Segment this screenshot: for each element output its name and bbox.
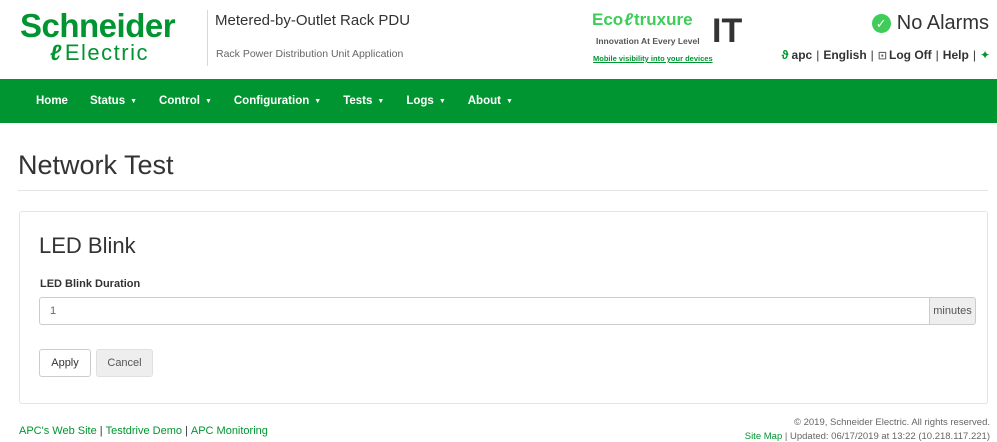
nav-configuration[interactable]: Configuration ▼ [234, 95, 321, 107]
app-title: Metered-by-Outlet Rack PDU [215, 12, 411, 29]
checkmark-icon: ✓ [871, 14, 891, 33]
caret-down-icon: ▼ [130, 97, 138, 105]
nav-tests[interactable]: Tests ▼ [343, 95, 384, 107]
app-subtitle: Rack Power Distribution Unit Application [216, 48, 404, 60]
eco-tagline: Innovation At Every Level [596, 36, 700, 46]
apc-monitoring-link[interactable]: APC Monitoring [191, 425, 268, 437]
title-divider [18, 190, 988, 191]
cancel-button[interactable]: Cancel [96, 349, 153, 377]
logo-wordmark-bottom: Electric [64, 40, 149, 65]
language-link[interactable]: English [823, 48, 866, 62]
apc-user-link[interactable]: ϑ apc [782, 48, 813, 62]
eco-it: IT [712, 12, 743, 50]
mobile-visibility-link[interactable]: Mobile visibility into your devices [593, 54, 713, 63]
led-blink-panel: LED Blink LED Blink Duration minutes App… [19, 211, 988, 404]
copyright-text: © 2019, Schneider Electric. All rights r… [793, 417, 990, 428]
main-nav: Home Status ▼ Control ▼ Configuration ▼ Tes… [0, 79, 997, 123]
testdrive-demo-link[interactable]: Testdrive Demo [106, 425, 182, 437]
nav-status[interactable]: Status ▼ [90, 95, 137, 107]
caret-down-icon: ▼ [314, 97, 322, 105]
header-divider [207, 10, 208, 66]
site-map-link[interactable]: Site Map [745, 431, 783, 442]
header: Schneider ℓ Electric Metered-by-Outlet R… [0, 0, 997, 79]
pin-icon[interactable]: ✦ [980, 48, 990, 62]
ecostruxure-s-icon: ℓ [624, 10, 633, 29]
nav-control[interactable]: Control ▼ [159, 95, 212, 107]
led-blink-duration-input[interactable] [39, 297, 929, 325]
minutes-unit-addon: minutes [929, 297, 976, 325]
ecostruxure-logo[interactable]: Eco ℓ truxure IT Innovation At Every Lev… [592, 10, 762, 66]
led-blink-duration-group: minutes [39, 297, 976, 325]
alarm-status-text: No Alarms [896, 12, 989, 34]
apc-website-link[interactable]: APC's Web Site [19, 425, 97, 437]
nav-logs[interactable]: Logs ▼ [406, 95, 445, 107]
updated-text: | Updated: 06/17/2019 at 13:22 (10.218.1… [784, 431, 990, 442]
logoff-link[interactable]: ⊡ Log Off [878, 48, 932, 62]
eco-prefix: Eco [592, 10, 624, 29]
footer-links: APC's Web Site | Testdrive Demo | APC Mo… [19, 425, 268, 437]
eco-suffix: truxure [633, 10, 693, 29]
apply-button[interactable]: Apply [39, 349, 91, 377]
caret-down-icon: ▼ [204, 97, 212, 105]
caret-down-icon: ▼ [377, 97, 385, 105]
caret-down-icon: ▼ [505, 97, 513, 105]
help-link[interactable]: Help [943, 48, 969, 62]
schneider-electric-logo[interactable]: Schneider ℓ Electric [20, 9, 200, 67]
user-icon: ϑ [781, 48, 789, 62]
nav-home[interactable]: Home [36, 95, 68, 107]
led-blink-duration-label: LED Blink Duration [40, 278, 141, 290]
page-title: Network Test [18, 150, 174, 180]
logoff-icon: ⊡ [877, 50, 888, 62]
footer-update-info: Site Map | Updated: 06/17/2019 at 13:22 … [745, 431, 990, 442]
alarm-status[interactable]: ✓ No Alarms [871, 12, 989, 35]
life-is-on-icon: ℓ [50, 40, 63, 65]
logo-wordmark-top: Schneider [20, 7, 176, 44]
utility-links: ϑ apc | English | ⊡ Log Off | Help | ✦ [781, 48, 990, 62]
panel-title: LED Blink [39, 233, 136, 258]
nav-about[interactable]: About ▼ [468, 95, 513, 107]
caret-down-icon: ▼ [438, 97, 446, 105]
